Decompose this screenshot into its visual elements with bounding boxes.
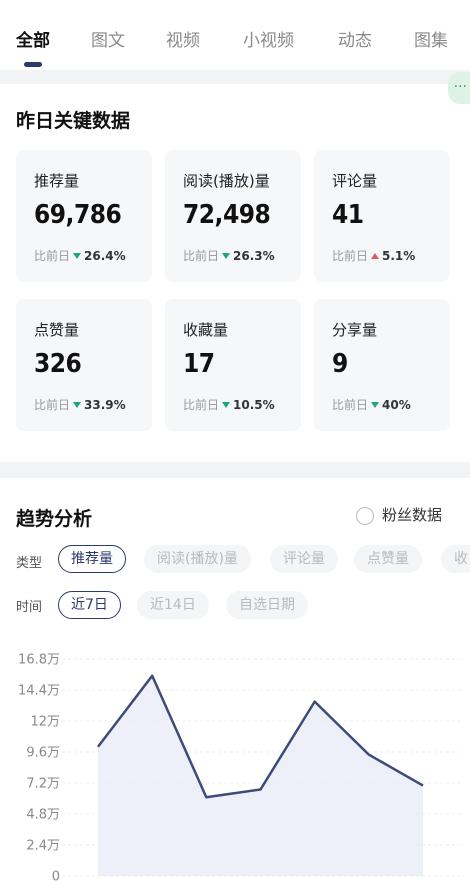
section-title: 趋势分析: [16, 508, 93, 530]
fans-data-toggle[interactable]: 粉丝数据: [356, 504, 442, 525]
change-percent: 40%: [382, 398, 411, 412]
stat-label: 评论量: [332, 172, 378, 190]
down-arrow-icon: [222, 402, 231, 408]
y-tick-label: 16.8万: [18, 653, 60, 668]
type-label: 类型: [16, 556, 43, 571]
down-arrow-icon: [222, 253, 231, 259]
y-tick-label: 9.6万: [26, 746, 60, 761]
tab-videos[interactable]: 视频: [166, 26, 200, 51]
chip-last-7-days[interactable]: 近7日: [58, 591, 121, 619]
y-tick-label: 12万: [30, 715, 60, 730]
stat-card-reads[interactable]: 阅读(播放)量 72,498 比前日 26.3%: [165, 150, 301, 282]
down-arrow-icon: [73, 402, 82, 408]
trend-line-chart: 16.8万 14.4万 12万 9.6万 7.2万 4.8万 2.4万 0: [18, 653, 460, 881]
stat-comparison: 比前日 26.4%: [34, 247, 126, 264]
fans-data-label: 粉丝数据: [382, 506, 443, 524]
chip-reads[interactable]: 阅读(播放)量: [144, 545, 251, 573]
up-arrow-icon: [371, 253, 380, 259]
change-percent: 5.1%: [382, 249, 416, 263]
stat-value: 17: [183, 349, 215, 379]
chip-recommend[interactable]: 推荐量: [58, 545, 126, 573]
stat-card-shares[interactable]: 分享量 9 比前日 40%: [314, 299, 450, 431]
chip-likes[interactable]: 点赞量: [354, 545, 422, 573]
stat-card-favorites[interactable]: 收藏量 17 比前日 10.5%: [165, 299, 301, 431]
comparison-label: 比前日: [332, 398, 369, 412]
chip-comments[interactable]: 评论量: [270, 545, 338, 573]
stat-label: 阅读(播放)量: [183, 172, 270, 190]
down-arrow-icon: [371, 402, 380, 408]
stat-comparison: 比前日 33.9%: [34, 396, 126, 413]
stat-value: 9: [332, 349, 348, 379]
stat-value: 326: [34, 349, 82, 379]
stat-comparison: 比前日 26.3%: [183, 247, 275, 264]
chip-custom-date[interactable]: 自选日期: [226, 591, 308, 619]
y-tick-label: 2.4万: [26, 839, 60, 854]
stat-comparison: 比前日 5.1%: [332, 247, 415, 264]
y-tick-label: 14.4万: [18, 684, 60, 699]
radio-icon[interactable]: [356, 506, 374, 525]
stat-label: 推荐量: [34, 172, 80, 190]
change-percent: 26.4%: [84, 249, 126, 263]
chip-more[interactable]: 收: [441, 545, 470, 573]
time-label: 时间: [16, 600, 43, 615]
tab-moments[interactable]: 动态: [338, 26, 372, 51]
comparison-label: 比前日: [332, 249, 369, 263]
yesterday-key-data-section: 昨日关键数据 推荐量 69,786 比前日 26.4% 阅读(播放)量 72,49…: [0, 84, 470, 462]
tab-galleries[interactable]: 图集: [414, 26, 448, 51]
stat-card-likes[interactable]: 点赞量 326 比前日 33.9%: [16, 299, 152, 431]
active-tab-indicator: [24, 62, 42, 67]
comparison-label: 比前日: [183, 398, 220, 412]
y-axis-ticks: 16.8万 14.4万 12万 9.6万 7.2万 4.8万 2.4万 0: [18, 653, 60, 881]
stat-comparison: 比前日 40%: [332, 396, 411, 413]
tab-articles[interactable]: 图文: [91, 26, 125, 51]
comparison-label: 比前日: [183, 249, 220, 263]
more-dots-icon[interactable]: ···: [448, 72, 470, 104]
change-percent: 10.5%: [233, 398, 275, 412]
change-percent: 33.9%: [84, 398, 126, 412]
y-tick-label: 7.2万: [26, 777, 60, 792]
stat-value: 69,786: [34, 200, 122, 230]
stat-value: 72,498: [183, 200, 271, 230]
stat-comparison: 比前日 10.5%: [183, 396, 275, 413]
chip-last-14-days[interactable]: 近14日: [137, 591, 209, 619]
content-type-tabs: 全部 图文 视频 小视频 动态 图集: [0, 0, 470, 70]
stat-label: 点赞量: [34, 321, 80, 339]
tab-all[interactable]: 全部: [16, 26, 50, 51]
stat-card-recommend[interactable]: 推荐量 69,786 比前日 26.4%: [16, 150, 152, 282]
y-tick-label: 0: [52, 870, 60, 881]
tab-short-videos[interactable]: 小视频: [243, 26, 294, 51]
comparison-label: 比前日: [34, 249, 71, 263]
change-percent: 26.3%: [233, 249, 275, 263]
stat-card-comments[interactable]: 评论量 41 比前日 5.1%: [314, 150, 450, 282]
stat-value: 41: [332, 200, 364, 230]
down-arrow-icon: [73, 253, 82, 259]
y-tick-label: 4.8万: [26, 808, 60, 823]
stat-label: 收藏量: [183, 321, 229, 339]
comparison-label: 比前日: [34, 398, 71, 412]
series-area: [98, 675, 423, 876]
stat-label: 分享量: [332, 321, 378, 339]
section-title: 昨日关键数据: [16, 110, 131, 132]
